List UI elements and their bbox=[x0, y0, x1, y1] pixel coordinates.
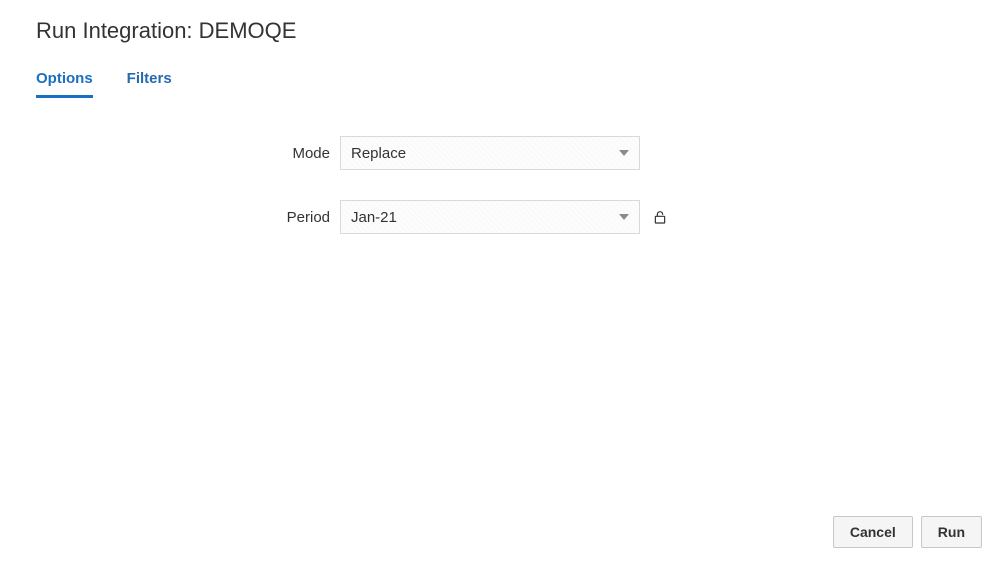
page-title: Run Integration: DEMOQE bbox=[0, 0, 1002, 44]
period-label: Period bbox=[0, 209, 340, 226]
footer-actions: Cancel Run bbox=[833, 516, 982, 548]
cancel-button[interactable]: Cancel bbox=[833, 516, 913, 548]
tab-filters[interactable]: Filters bbox=[127, 70, 172, 98]
chevron-down-icon bbox=[619, 214, 629, 220]
tab-bar: Options Filters bbox=[0, 44, 1002, 98]
form-area: Mode Replace Period Jan-21 bbox=[0, 98, 1002, 234]
chevron-down-icon bbox=[619, 150, 629, 156]
mode-select-value: Replace bbox=[351, 145, 619, 162]
mode-select[interactable]: Replace bbox=[340, 136, 640, 170]
tab-options[interactable]: Options bbox=[36, 70, 93, 98]
form-row-period: Period Jan-21 bbox=[0, 200, 1002, 234]
mode-label: Mode bbox=[0, 145, 340, 162]
form-row-mode: Mode Replace bbox=[0, 136, 1002, 170]
run-button[interactable]: Run bbox=[921, 516, 982, 548]
period-select[interactable]: Jan-21 bbox=[340, 200, 640, 234]
period-select-value: Jan-21 bbox=[351, 209, 619, 226]
lock-icon[interactable] bbox=[652, 209, 668, 225]
